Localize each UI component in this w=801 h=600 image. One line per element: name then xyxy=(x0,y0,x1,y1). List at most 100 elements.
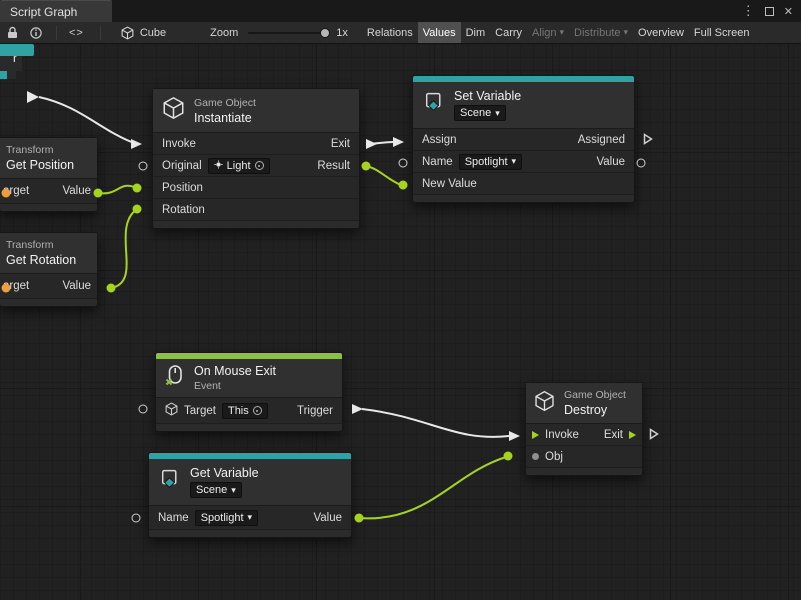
full-screen-button[interactable]: Full Screen xyxy=(689,22,755,43)
mouse-icon xyxy=(165,364,185,392)
variable-name-dropdown[interactable]: Spotlight ▾ xyxy=(195,510,258,526)
invoke-port-label: Invoke xyxy=(545,429,579,441)
result-port-label: Result xyxy=(317,160,350,172)
port-value-output[interactable] xyxy=(355,514,364,523)
port-row: Assign Assigned xyxy=(413,129,634,151)
port-original-input[interactable] xyxy=(139,162,148,171)
port-row: Invoke Exit xyxy=(153,133,359,155)
info-icon[interactable] xyxy=(30,27,42,39)
node-get-position[interactable]: Transform Get Position arget Value xyxy=(0,137,98,212)
node-set-variable[interactable]: Set Variable Scene ▾ Assign Assigned Nam… xyxy=(412,75,635,203)
port-name-input[interactable] xyxy=(132,514,141,523)
rotation-port-label: Rotation xyxy=(162,204,205,216)
dim-button[interactable]: Dim xyxy=(461,22,491,43)
close-icon[interactable]: ✕ xyxy=(784,5,793,18)
node-on-mouse-exit[interactable]: On Mouse Exit Event Target This Trigger xyxy=(155,352,343,432)
node-title: On Mouse Exit xyxy=(194,364,276,378)
node-destroy[interactable]: Game Object Destroy Invoke Exit Obj xyxy=(525,382,643,476)
node-get-rotation[interactable]: Transform Get Rotation arget Value xyxy=(0,232,98,307)
zoom-slider[interactable] xyxy=(248,32,328,34)
assign-port-label: Assign xyxy=(422,134,457,146)
node-title: Instantiate xyxy=(194,111,256,125)
variable-scope-dropdown[interactable]: Scene ▾ xyxy=(454,105,506,121)
values-button[interactable]: Values xyxy=(418,22,461,43)
port-row: Name Spotlight ▾ Value xyxy=(413,151,634,173)
node-header: Get Variable Scene ▾ xyxy=(149,459,351,505)
port-new-value-input[interactable] xyxy=(399,181,408,190)
port-value-output[interactable] xyxy=(637,159,646,168)
node-title: Get Rotation xyxy=(6,253,76,267)
relations-button[interactable]: Relations xyxy=(362,22,418,43)
port-position-input[interactable] xyxy=(133,184,142,193)
variable-scope-dropdown[interactable]: Scene ▾ xyxy=(190,482,242,498)
more-menu-icon[interactable]: ⋮ xyxy=(742,3,755,19)
chevron-down-icon: ▾ xyxy=(512,157,517,166)
variable-name-value: Spotlight xyxy=(465,156,508,168)
object-picker-icon[interactable] xyxy=(253,406,262,415)
invoke-port-label: Invoke xyxy=(162,138,196,150)
variable-name-dropdown[interactable]: Spotlight ▾ xyxy=(459,154,522,170)
port-value-output[interactable] xyxy=(107,284,116,293)
tab-script-graph[interactable]: Script Graph xyxy=(0,0,112,22)
port-assigned-output[interactable] xyxy=(643,132,653,150)
scope-value: Scene xyxy=(196,484,227,496)
port-row: Obj xyxy=(526,446,642,468)
port-target-self[interactable] xyxy=(2,284,11,293)
port-rotation-input[interactable] xyxy=(133,205,142,214)
object-field-value: Light xyxy=(227,160,251,172)
wires-layer xyxy=(0,44,801,600)
port-target-self[interactable] xyxy=(2,189,11,198)
node-title: Get Position xyxy=(6,158,74,172)
toolbar-separator xyxy=(56,26,57,40)
window-buttons: ⋮ ✕ xyxy=(742,0,801,22)
target-port-label: Target xyxy=(184,405,216,417)
variable-icon xyxy=(422,91,445,119)
value-port-label: Value xyxy=(596,156,625,168)
zoom-value: 1x xyxy=(336,27,348,39)
object-field-light[interactable]: Light xyxy=(208,158,270,174)
object-field-this[interactable]: This xyxy=(222,403,268,419)
node-get-variable[interactable]: Get Variable Scene ▾ Name Spotlight ▾ Va… xyxy=(148,452,352,538)
zoom-slider-handle[interactable] xyxy=(320,28,330,38)
node-header: Transform Get Position xyxy=(0,138,97,178)
port-row: arget Value xyxy=(0,179,97,204)
object-field-value: This xyxy=(228,405,249,417)
lock-icon[interactable] xyxy=(7,26,18,39)
node-instantiate[interactable]: Game Object Instantiate Invoke Exit Orig… xyxy=(152,88,360,229)
port-obj-input[interactable] xyxy=(504,452,513,461)
graph-canvas[interactable]: r Transform Get Position arget Value Tra… xyxy=(0,44,801,600)
port-row: Invoke Exit xyxy=(526,424,642,446)
new-value-port-label: New Value xyxy=(422,178,477,190)
node-header: Set Variable Scene ▾ xyxy=(413,82,634,128)
value-port-label: Value xyxy=(313,512,342,524)
game-object-icon xyxy=(165,402,178,419)
port-target-input[interactable] xyxy=(139,405,148,414)
distribute-button[interactable]: Distribute▾ xyxy=(569,22,633,43)
align-button[interactable]: Align▾ xyxy=(527,22,569,43)
node-category: Transform xyxy=(6,239,76,251)
variable-icon xyxy=(158,468,181,496)
carry-button[interactable]: Carry xyxy=(490,22,527,43)
node-header: Game Object Destroy xyxy=(526,383,642,423)
port-exit-output[interactable] xyxy=(649,427,659,445)
chevron-down-icon: ▾ xyxy=(231,486,236,495)
port-row: arget Value xyxy=(0,274,97,299)
trigger-port-label: Trigger xyxy=(297,405,333,417)
maximize-icon[interactable] xyxy=(765,7,774,16)
overview-button[interactable]: Overview xyxy=(633,22,689,43)
port-row: New Value xyxy=(413,173,634,195)
code-view-icon[interactable]: <> xyxy=(69,27,84,39)
port-row: Target This Trigger xyxy=(156,398,342,424)
node-title: Destroy xyxy=(564,403,626,417)
port-row: Rotation xyxy=(153,199,359,221)
game-object-icon xyxy=(162,96,185,125)
clipped-node-accent[interactable] xyxy=(0,44,34,56)
port-result-output[interactable] xyxy=(362,162,371,171)
node-category: Game Object xyxy=(564,389,626,401)
object-picker-icon[interactable] xyxy=(255,161,264,170)
chevron-down-icon: ▾ xyxy=(560,28,565,37)
port-name-input[interactable] xyxy=(399,159,408,168)
game-object-icon xyxy=(534,390,555,417)
obj-port-label: Obj xyxy=(545,451,563,463)
port-value-output[interactable] xyxy=(94,189,103,198)
